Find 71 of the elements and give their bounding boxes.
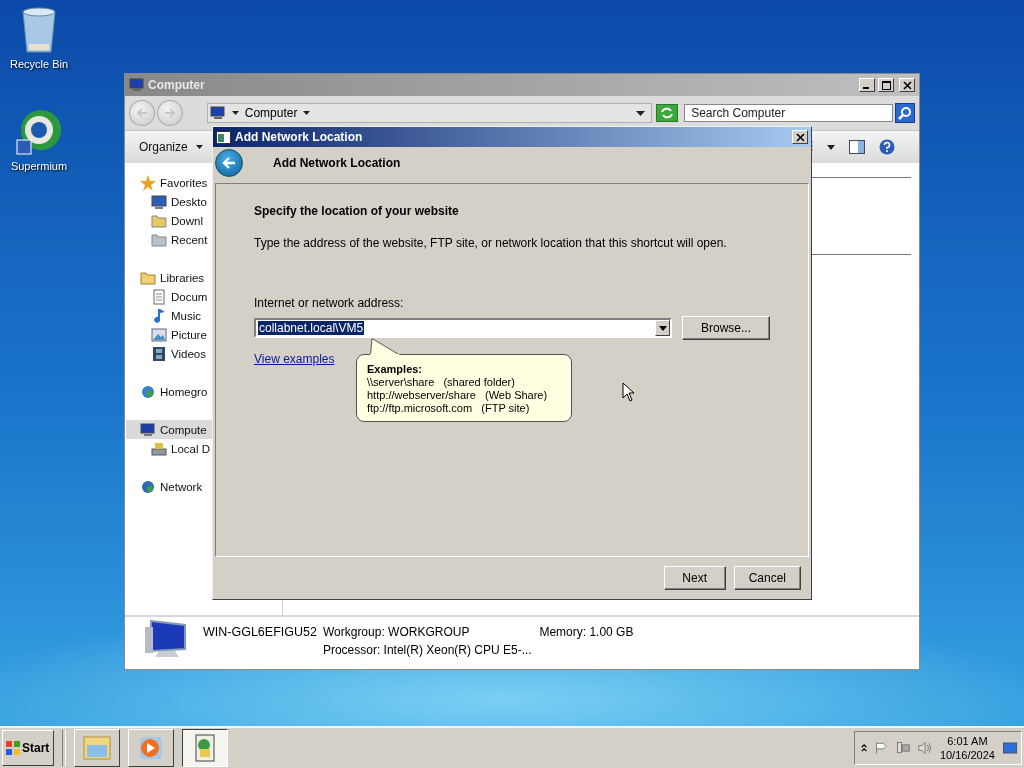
processor-text: Processor: Intel(R) Xeon(R) CPU E5-... <box>322 643 533 657</box>
back-button[interactable] <box>215 149 243 177</box>
music-note-icon <box>151 307 167 324</box>
globe-icon <box>140 383 156 400</box>
clock-date[interactable]: 10/16/2024 <box>939 748 995 762</box>
nav-item[interactable]: Favorites <box>126 173 282 192</box>
view-examples-link[interactable]: View examples <box>254 352 335 366</box>
memory-text: Memory: 1.00 GB <box>539 625 634 639</box>
wizard-button[interactable]: Cancel <box>733 566 801 590</box>
drive-icon <box>151 440 167 457</box>
close-button[interactable] <box>792 130 808 144</box>
document-icon <box>151 288 167 305</box>
tooltip-line: http://webserver/share (Web Share) <box>367 389 549 402</box>
folder-icon <box>151 212 167 229</box>
minimize-button[interactable] <box>859 78 875 92</box>
address-bar[interactable]: Computer <box>206 103 653 123</box>
film-icon <box>151 345 167 362</box>
pointer-icon <box>622 382 635 402</box>
help-icon[interactable] <box>879 139 895 155</box>
caret-icon[interactable] <box>827 144 835 150</box>
computer-name: WIN-GGL6EFIGU52 <box>203 625 317 639</box>
browse-button[interactable]: Browse... <box>682 316 770 340</box>
star-icon <box>140 174 156 191</box>
globe-icon[interactable] <box>15 108 63 156</box>
window-title: Computer <box>148 78 205 92</box>
folder-icon <box>82 733 112 763</box>
search-button[interactable] <box>895 103 915 123</box>
search-field[interactable]: Search Computer <box>684 104 894 122</box>
maximize-icon <box>881 80 891 90</box>
windows-logo-icon <box>5 740 21 756</box>
computer-icon <box>129 78 145 92</box>
picture-icon <box>151 326 167 343</box>
tooltip-line: \\server\share (shared folder) <box>367 376 516 389</box>
preview-pane-icon[interactable] <box>849 140 865 154</box>
taskbar-button[interactable] <box>182 729 228 767</box>
address-combo-box[interactable]: collabnet.local\VM5 <box>254 318 672 338</box>
window-icon <box>216 130 231 144</box>
chevron-icon[interactable] <box>861 743 868 753</box>
monitor-icon <box>151 193 167 210</box>
wizard-heading: Add Network Location <box>273 156 401 170</box>
organize-button[interactable]: Organize <box>135 138 207 156</box>
show-desktop-icon[interactable] <box>1002 741 1017 755</box>
maximize-button[interactable] <box>878 78 894 92</box>
window-title: Add Network Location <box>235 130 363 144</box>
caret-icon <box>195 145 203 149</box>
folder-icon <box>151 231 167 248</box>
tooltip-line: ftp://ftp.microsoft.com (FTP site) <box>367 402 531 415</box>
workgroup-text: Workgroup: WORKGROUP <box>322 625 470 639</box>
nav-item[interactable]: Network <box>126 477 282 496</box>
close-button[interactable] <box>899 78 915 92</box>
start-button[interactable]: Start <box>2 730 54 766</box>
recycle-bin-icon[interactable] <box>19 6 59 54</box>
nav-item[interactable]: Local D <box>126 439 282 458</box>
tooltip-title: Examples: <box>367 363 424 376</box>
speaker-icon[interactable] <box>917 740 932 756</box>
folder-icon <box>140 269 156 286</box>
flag-icon[interactable] <box>875 740 888 756</box>
clock-time[interactable]: 6:01 AM <box>947 734 988 748</box>
nav-item[interactable]: Homegro <box>126 382 282 401</box>
section-heading: Specify the location of your website <box>254 204 460 218</box>
description-text: Type the address of the website, FTP site, or network location that this shortcut will open. <box>254 236 728 250</box>
field-label: Internet or network address: <box>254 296 405 310</box>
refresh-button[interactable] <box>656 104 679 122</box>
desktop-icon-label[interactable]: Recycle Bin <box>9 58 69 70</box>
computer-icon <box>140 421 156 438</box>
desktop-icon-label[interactable]: Supermium <box>10 160 68 172</box>
wizard-button[interactable]: Next <box>663 566 726 590</box>
back-arrow-icon <box>135 108 148 118</box>
nav-item[interactable]: Libraries <box>126 268 282 287</box>
back-arrow-icon <box>222 157 236 169</box>
forward-arrow-icon <box>163 108 176 118</box>
